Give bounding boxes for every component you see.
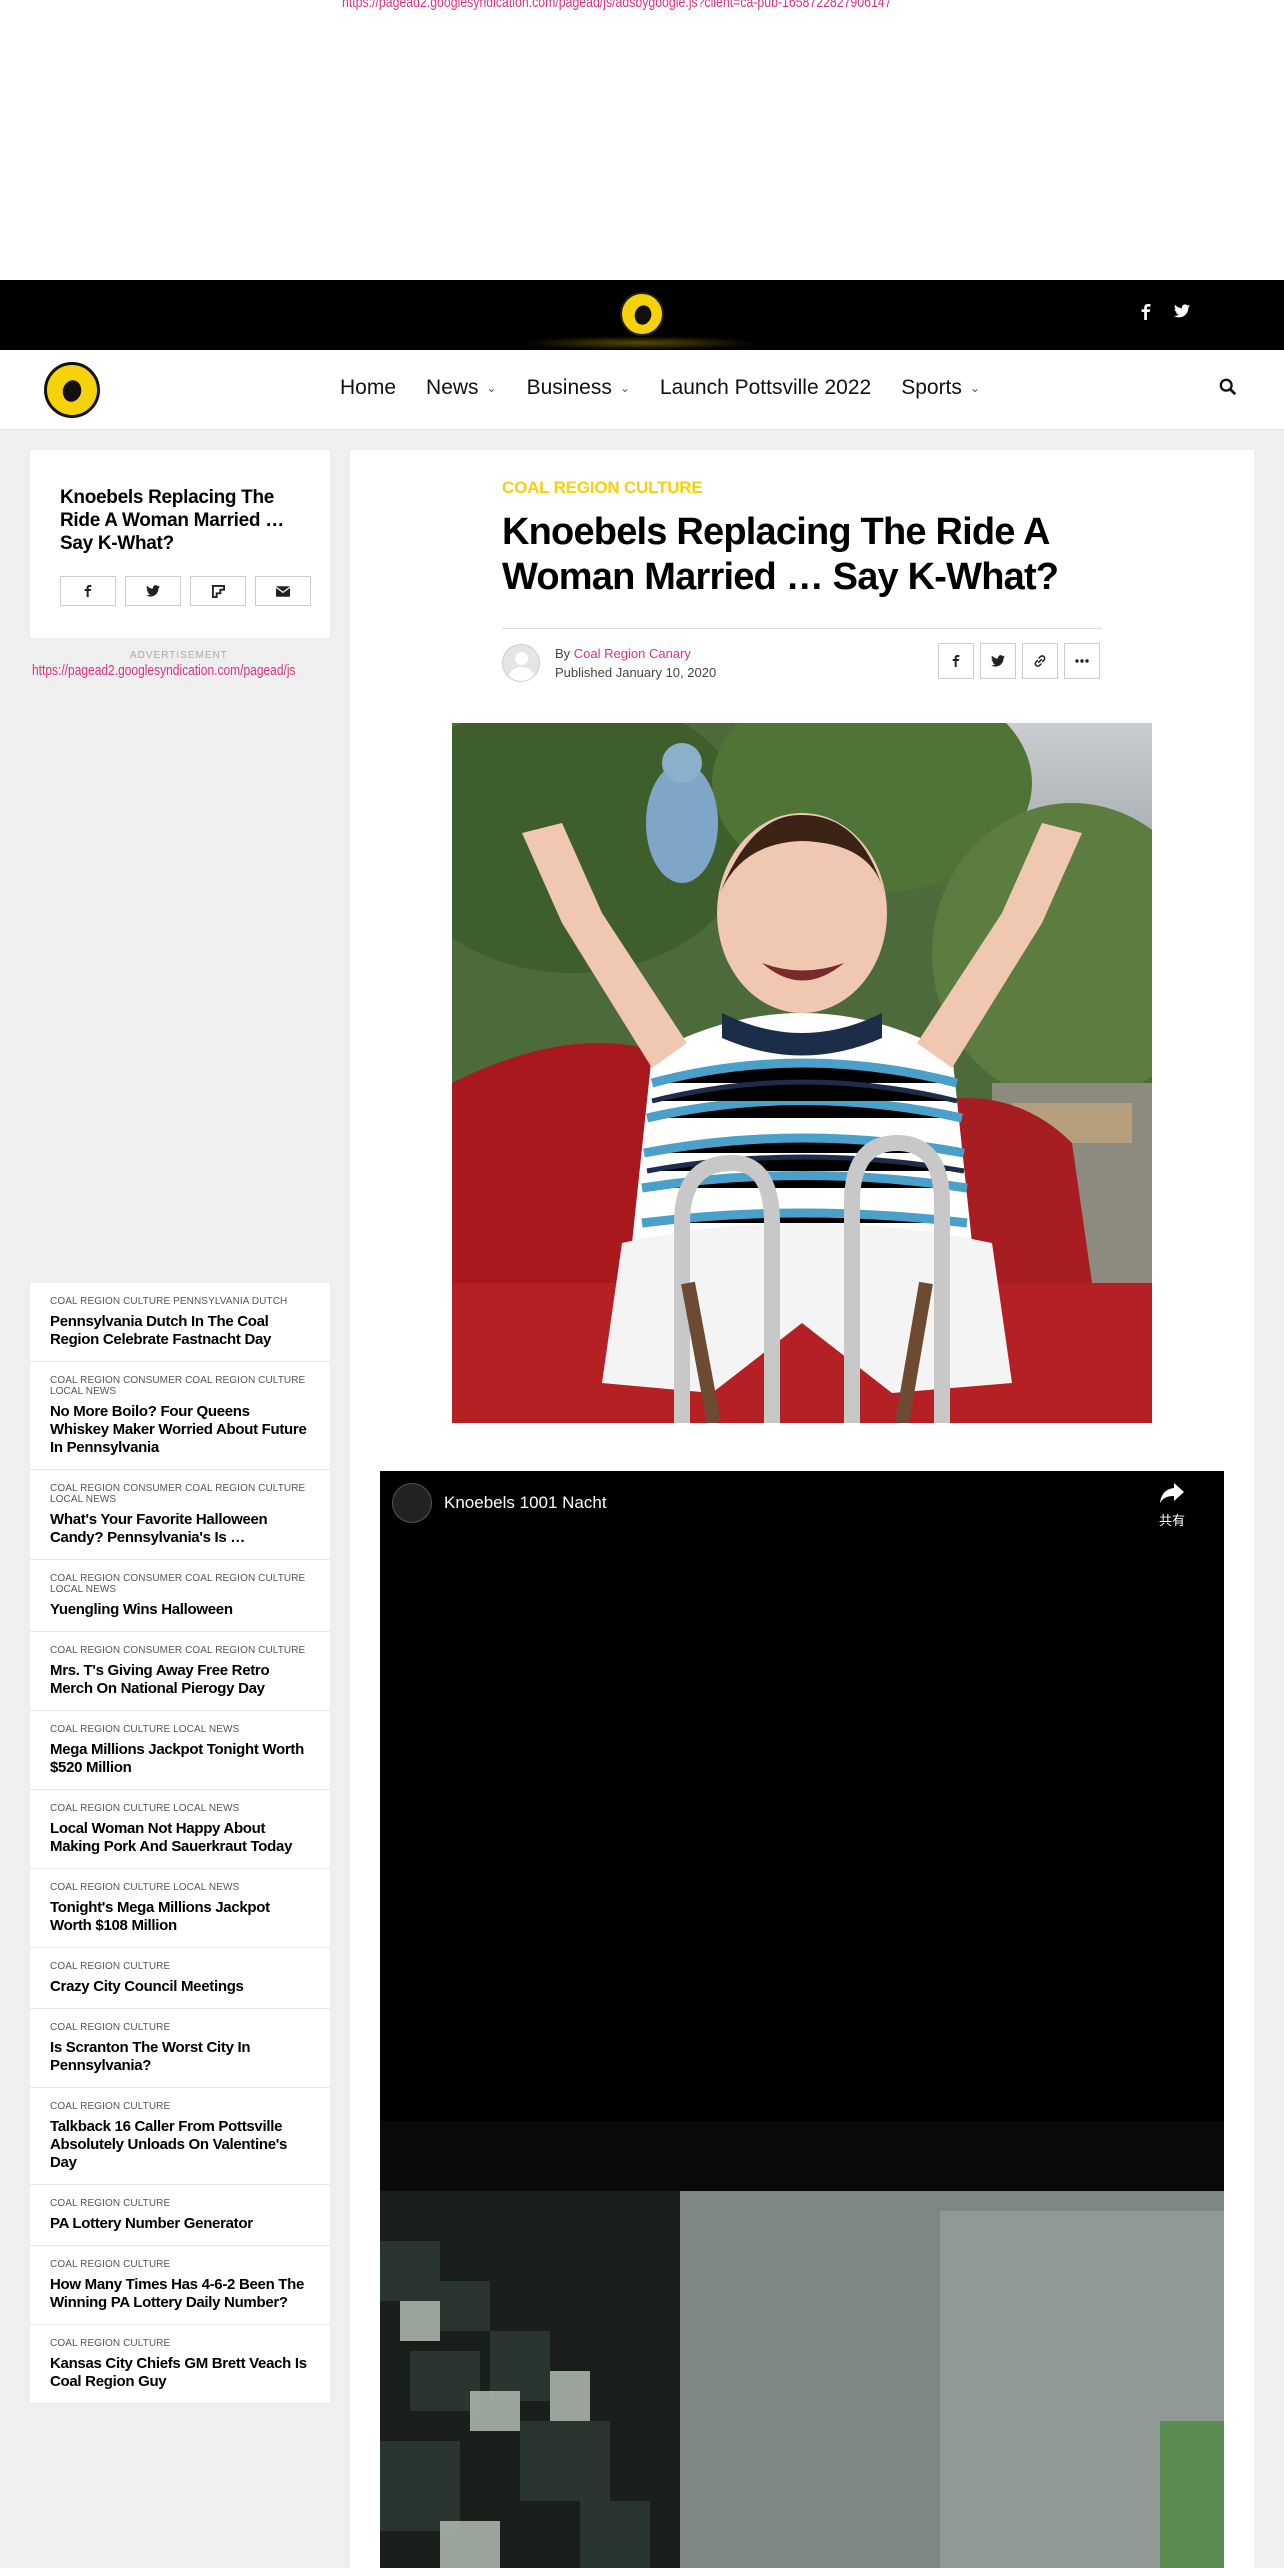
post-title[interactable]: Talkback 16 Caller From Pottsville Absol…	[50, 2118, 310, 2172]
related-posts-list: COAL REGION CULTURE PENNSYLVANIA DUTCH Pe…	[30, 1283, 330, 2404]
article-container: COAL REGION CULTURE Knoebels Replacing T…	[350, 450, 1254, 2568]
article-share-buttons	[938, 643, 1100, 679]
featured-image[interactable]	[452, 723, 1152, 1423]
share-flipboard-button[interactable]	[190, 576, 246, 606]
post-categories[interactable]: COAL REGION CULTURE	[50, 2259, 310, 2270]
list-item[interactable]: COAL REGION CULTURE PENNSYLVANIA DUTCH Pe…	[30, 1283, 330, 1362]
nav-item-business[interactable]: Business ⌄	[527, 376, 630, 400]
post-categories[interactable]: COAL REGION CULTURE	[50, 1961, 310, 1972]
list-item[interactable]: COAL REGION CONSUMER COAL REGION CULTURE…	[30, 1362, 330, 1470]
post-categories[interactable]: COAL REGION CONSUMER COAL REGION CULTURE…	[50, 1573, 310, 1595]
list-item[interactable]: COAL REGION CULTURE Crazy City Council Me…	[30, 1948, 330, 2009]
list-item[interactable]: COAL REGION CONSUMER COAL REGION CULTURE…	[30, 1560, 330, 1632]
share-twitter-button[interactable]	[980, 643, 1016, 679]
post-categories[interactable]: COAL REGION CONSUMER COAL REGION CULTURE…	[50, 1483, 310, 1505]
author-link[interactable]: Coal Region Canary	[574, 646, 691, 661]
list-item[interactable]: COAL REGION CULTURE LOCAL NEWS Local Woma…	[30, 1790, 330, 1869]
share-email-button[interactable]	[255, 576, 311, 606]
site-logo-icon[interactable]	[44, 362, 100, 418]
share-arrow-icon	[1160, 1483, 1184, 1503]
article-headline: Knoebels Replacing The Ride A Woman Marr…	[502, 511, 1059, 598]
post-title[interactable]: PA Lottery Number Generator	[50, 2215, 310, 2233]
channel-logo-icon[interactable]	[392, 1483, 432, 1523]
video-player[interactable]: Knoebels 1001 Nacht 共有	[380, 1471, 1224, 2568]
byline: By Coal Region Canary	[555, 646, 691, 661]
site-logo-icon[interactable]	[620, 292, 664, 336]
list-item[interactable]: COAL REGION CULTURE Is Scranton The Worst…	[30, 2009, 330, 2088]
post-title[interactable]: Is Scranton The Worst City In Pennsylvan…	[50, 2039, 310, 2075]
sidebar-article-title: Knoebels Replacing The Ride A Woman Marr…	[60, 487, 284, 554]
nav-menu: Home News ⌄ Business ⌄ Launch Pottsville 2022…	[340, 376, 980, 400]
share-facebook-button[interactable]	[938, 643, 974, 679]
twitter-icon[interactable]	[1174, 304, 1190, 323]
post-categories[interactable]: COAL REGION CULTURE LOCAL NEWS	[50, 1803, 310, 1814]
publish-date: Published January 10, 2020	[555, 665, 717, 680]
post-title[interactable]: Mrs. T's Giving Away Free Retro Merch On…	[50, 1662, 310, 1698]
list-item[interactable]: COAL REGION CULTURE LOCAL NEWS Tonight's …	[30, 1869, 330, 1948]
ad-script-url[interactable]: https://pagead2.googlesyndication.com/pa…	[32, 662, 296, 679]
post-categories[interactable]: COAL REGION CULTURE	[50, 2022, 310, 2033]
video-title[interactable]: Knoebels 1001 Nacht	[444, 1493, 607, 1513]
share-facebook-button[interactable]	[60, 576, 116, 606]
search-icon[interactable]	[1219, 378, 1241, 400]
list-item[interactable]: COAL REGION CULTURE How Many Times Has 4-…	[30, 2246, 330, 2325]
ad-label: ADVERTISEMENT	[130, 650, 228, 661]
post-title[interactable]: Yuengling Wins Halloween	[50, 1601, 310, 1619]
nav-item-home[interactable]: Home	[340, 376, 396, 400]
author-avatar[interactable]	[502, 644, 540, 682]
main-navigation: Home News ⌄ Business ⌄ Launch Pottsville 2022…	[0, 350, 1284, 430]
more-options-button[interactable]	[1064, 643, 1100, 679]
nav-item-launch-pottsville-2022[interactable]: Launch Pottsville 2022	[660, 376, 871, 400]
facebook-icon[interactable]	[1140, 304, 1152, 325]
post-title[interactable]: Kansas City Chiefs GM Brett Veach Is Coa…	[50, 2355, 310, 2391]
post-categories[interactable]: COAL REGION CULTURE PENNSYLVANIA DUTCH	[50, 1296, 310, 1307]
top-bar	[0, 280, 1284, 350]
post-title[interactable]: Crazy City Council Meetings	[50, 1978, 310, 1996]
post-title[interactable]: What's Your Favorite Halloween Candy? Pe…	[50, 1511, 310, 1547]
divider	[502, 628, 1102, 629]
post-title[interactable]: How Many Times Has 4-6-2 Been The Winnin…	[50, 2276, 310, 2312]
post-title[interactable]: Mega Millions Jackpot Tonight Worth $520…	[50, 1741, 310, 1777]
video-preview-frame	[380, 2121, 1224, 2568]
post-categories[interactable]: COAL REGION CULTURE LOCAL NEWS	[50, 1882, 310, 1893]
post-categories[interactable]: COAL REGION CULTURE	[50, 2198, 310, 2209]
post-categories[interactable]: COAL REGION CULTURE LOCAL NEWS	[50, 1724, 310, 1735]
sidebar-ad: ADVERTISEMENT https://pagead2.googlesynd…	[30, 648, 330, 1268]
post-categories[interactable]: COAL REGION CONSUMER COAL REGION CULTURE…	[50, 1375, 310, 1397]
list-item[interactable]: COAL REGION CULTURE Kansas City Chiefs GM…	[30, 2325, 330, 2404]
post-title[interactable]: Pennsylvania Dutch In The Coal Region Ce…	[50, 1313, 310, 1349]
top-ad-area: https://pagead2.googlesyndication.com/pa…	[0, 0, 1284, 280]
list-item[interactable]: COAL REGION CONSUMER COAL REGION CULTURE…	[30, 1632, 330, 1711]
list-item[interactable]: COAL REGION CULTURE LOCAL NEWS Mega Milli…	[30, 1711, 330, 1790]
nav-item-sports[interactable]: Sports ⌄	[901, 376, 980, 400]
copy-link-button[interactable]	[1022, 643, 1058, 679]
chevron-down-icon: ⌄	[486, 381, 497, 395]
post-categories[interactable]: COAL REGION CONSUMER COAL REGION CULTURE	[50, 1645, 310, 1656]
list-item[interactable]: COAL REGION CULTURE PA Lottery Number Gen…	[30, 2185, 330, 2246]
post-title[interactable]: Tonight's Mega Millions Jackpot Worth $1…	[50, 1899, 310, 1935]
list-item[interactable]: COAL REGION CONSUMER COAL REGION CULTURE…	[30, 1470, 330, 1560]
chevron-down-icon: ⌄	[969, 381, 980, 395]
post-title[interactable]: No More Boilo? Four Queens Whiskey Maker…	[50, 1403, 310, 1457]
post-categories[interactable]: COAL REGION CULTURE	[50, 2101, 310, 2112]
nav-item-news[interactable]: News ⌄	[426, 376, 497, 400]
chevron-down-icon: ⌄	[619, 381, 630, 395]
video-share-button[interactable]: 共有	[1144, 1483, 1200, 1529]
post-title[interactable]: Local Woman Not Happy About Making Pork …	[50, 1820, 310, 1856]
share-twitter-button[interactable]	[125, 576, 181, 606]
list-item[interactable]: COAL REGION CULTURE Talkback 16 Caller Fr…	[30, 2088, 330, 2185]
sidebar-share-card: Knoebels Replacing The Ride A Woman Marr…	[30, 450, 330, 638]
ad-script-url[interactable]: https://pagead2.googlesyndication.com/pa…	[342, 0, 891, 11]
post-categories[interactable]: COAL REGION CULTURE	[50, 2338, 310, 2349]
article-category[interactable]: COAL REGION CULTURE	[502, 478, 703, 498]
